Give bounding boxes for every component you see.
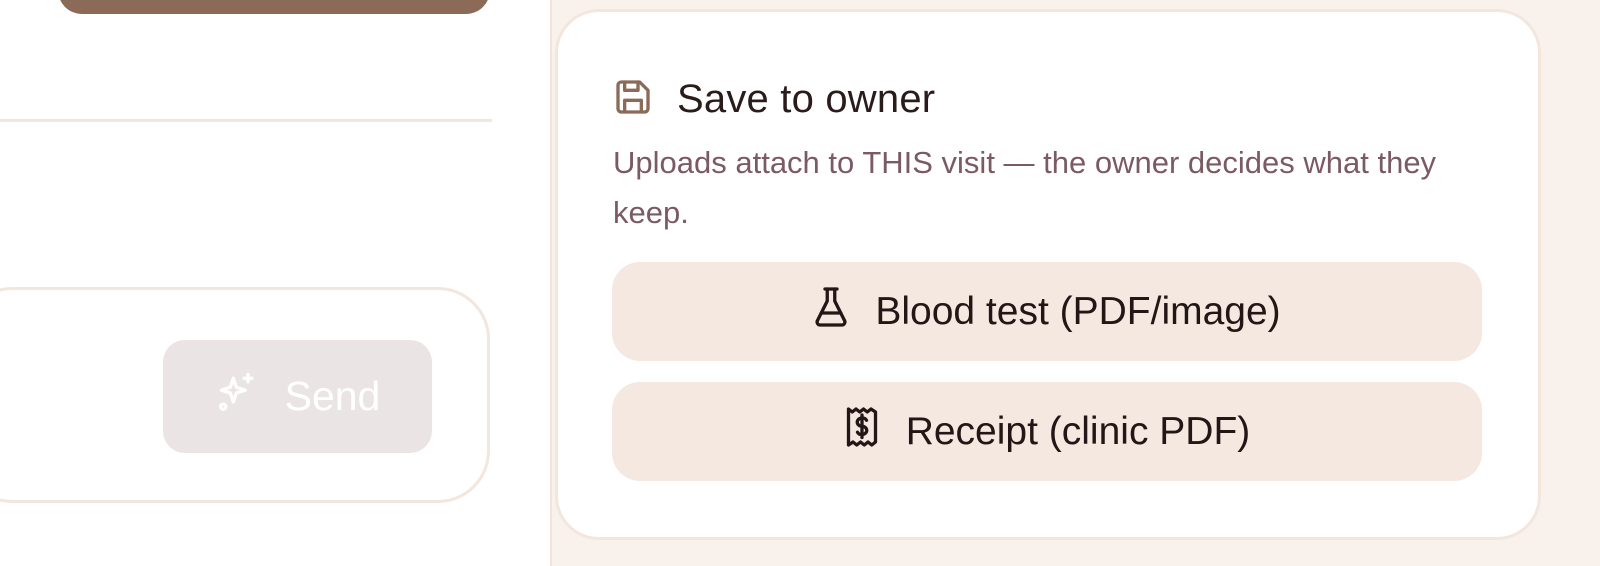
receipt-label: Receipt (clinic PDF)	[905, 409, 1251, 453]
upload-receipt-button[interactable]: Receipt (clinic PDF)	[612, 382, 1482, 481]
send-button-label: Send	[284, 373, 381, 419]
chat-pane: Send	[0, 0, 550, 566]
flask-icon	[813, 286, 849, 338]
top-action-button[interactable]	[58, 0, 490, 14]
card-description: Uploads attach to THIS visit — the owner…	[613, 145, 1437, 230]
card-header: Save to owner	[613, 76, 935, 122]
floppy-disk-icon	[613, 77, 653, 122]
sparkle-icon	[215, 370, 259, 424]
receipt-icon	[844, 406, 880, 458]
send-button[interactable]: Send	[163, 340, 432, 453]
card-title: Save to owner	[677, 76, 936, 121]
divider	[0, 119, 492, 122]
blood-test-label: Blood test (PDF/image)	[875, 289, 1281, 333]
upload-blood-test-button[interactable]: Blood test (PDF/image)	[612, 262, 1482, 361]
